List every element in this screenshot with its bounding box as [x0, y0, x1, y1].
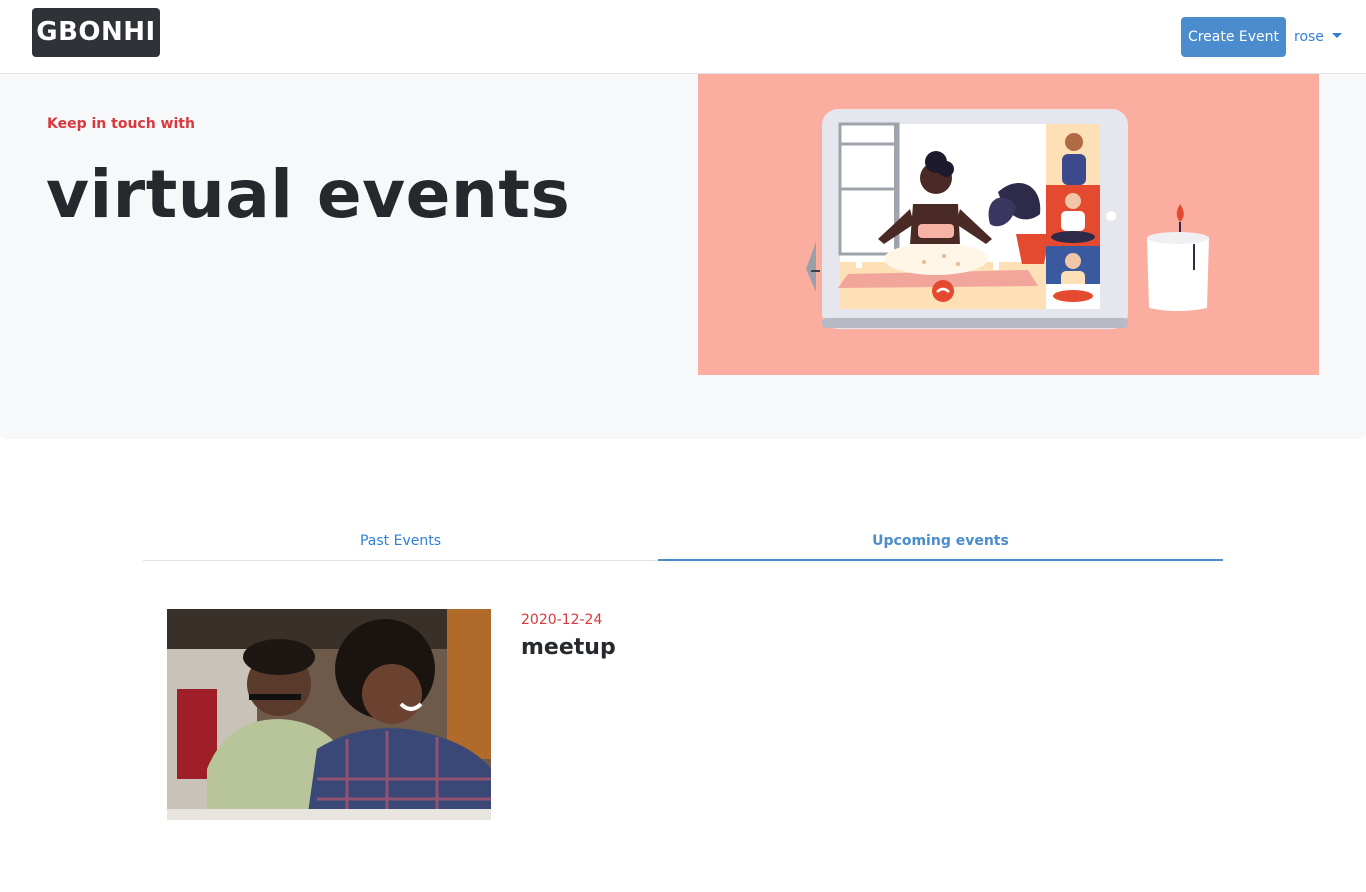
hero-section: Keep in touch with virtual events	[0, 74, 1366, 439]
brand-logo[interactable]: GBONHI	[32, 8, 160, 57]
tab-upcoming-events[interactable]: Upcoming events	[658, 522, 1223, 561]
event-title[interactable]: meetup	[521, 635, 616, 660]
chevron-down-icon	[1331, 32, 1342, 38]
hero-illustration	[698, 74, 1319, 375]
user-name: rose	[1294, 29, 1324, 45]
video-call-illustration	[806, 109, 1209, 329]
event-card[interactable]: 2020-12-24 meetup	[167, 609, 867, 820]
create-event-button[interactable]: Create Event	[1181, 17, 1286, 57]
top-navbar: GBONHI Create Event rose	[0, 0, 1366, 74]
hero-kicker: Keep in touch with	[47, 116, 195, 132]
hero-headline: virtual events	[46, 156, 571, 233]
event-tabs: Past Events Upcoming events	[143, 522, 1223, 561]
user-dropdown[interactable]: rose	[1294, 17, 1342, 57]
event-photo	[167, 609, 491, 820]
tab-past-events[interactable]: Past Events	[143, 522, 658, 561]
event-date: 2020-12-24	[521, 612, 603, 628]
event-image[interactable]	[167, 609, 491, 820]
